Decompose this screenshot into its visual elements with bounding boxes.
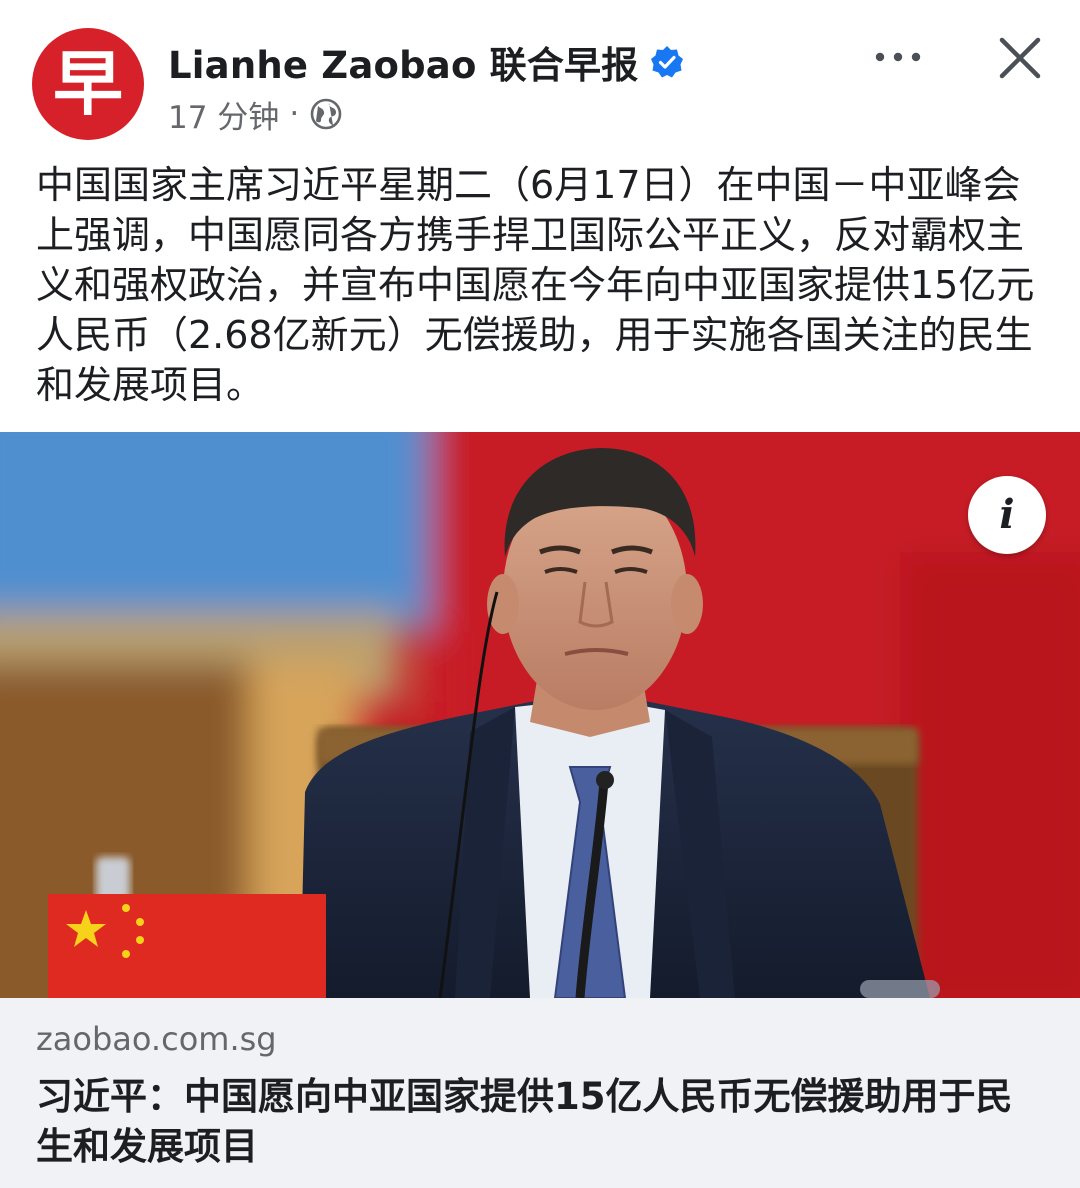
link-preview-card[interactable]: i zaobao.com.sg 习近平：中国愿向中亚国家提供15亿人民币无偿援助…: [0, 432, 1080, 1188]
globe-icon: [310, 98, 342, 130]
page-avatar[interactable]: 早: [32, 28, 144, 140]
link-info[interactable]: zaobao.com.sg 习近平：中国愿向中亚国家提供15亿人民币无偿援助用于…: [0, 998, 1080, 1188]
close-icon[interactable]: [992, 30, 1048, 86]
page-name-row: Lianhe Zaobao 联合早报: [168, 36, 684, 88]
post-timestamp[interactable]: 17 分钟: [168, 92, 279, 137]
more-options-icon[interactable]: [870, 34, 926, 80]
article-photo[interactable]: i: [0, 432, 1080, 998]
post-meta: 17 分钟 ·: [168, 92, 343, 136]
facebook-post: 早 Lianhe Zaobao 联合早报 17 分钟 · 中国国家主席习近平星期…: [0, 0, 1080, 1188]
zaobao-logo: 早: [53, 42, 123, 125]
verified-badge-icon: [651, 46, 684, 78]
post-text: 中国国家主席习近平星期二（6月17日）在中国－中亚峰会上强调，中国愿同各方携手捍…: [36, 163, 1035, 407]
article-photo-illustration: [0, 432, 1080, 998]
page-name[interactable]: Lianhe Zaobao 联合早报: [168, 35, 638, 89]
link-domain: zaobao.com.sg: [36, 1020, 277, 1058]
meta-separator: ·: [289, 96, 300, 132]
post-header: 早 Lianhe Zaobao 联合早报 17 分钟 ·: [0, 0, 1080, 150]
link-title[interactable]: 习近平：中国愿向中亚国家提供15亿人民币无偿援助用于民生和发展项目: [36, 1072, 1046, 1172]
info-icon[interactable]: i: [968, 476, 1046, 554]
